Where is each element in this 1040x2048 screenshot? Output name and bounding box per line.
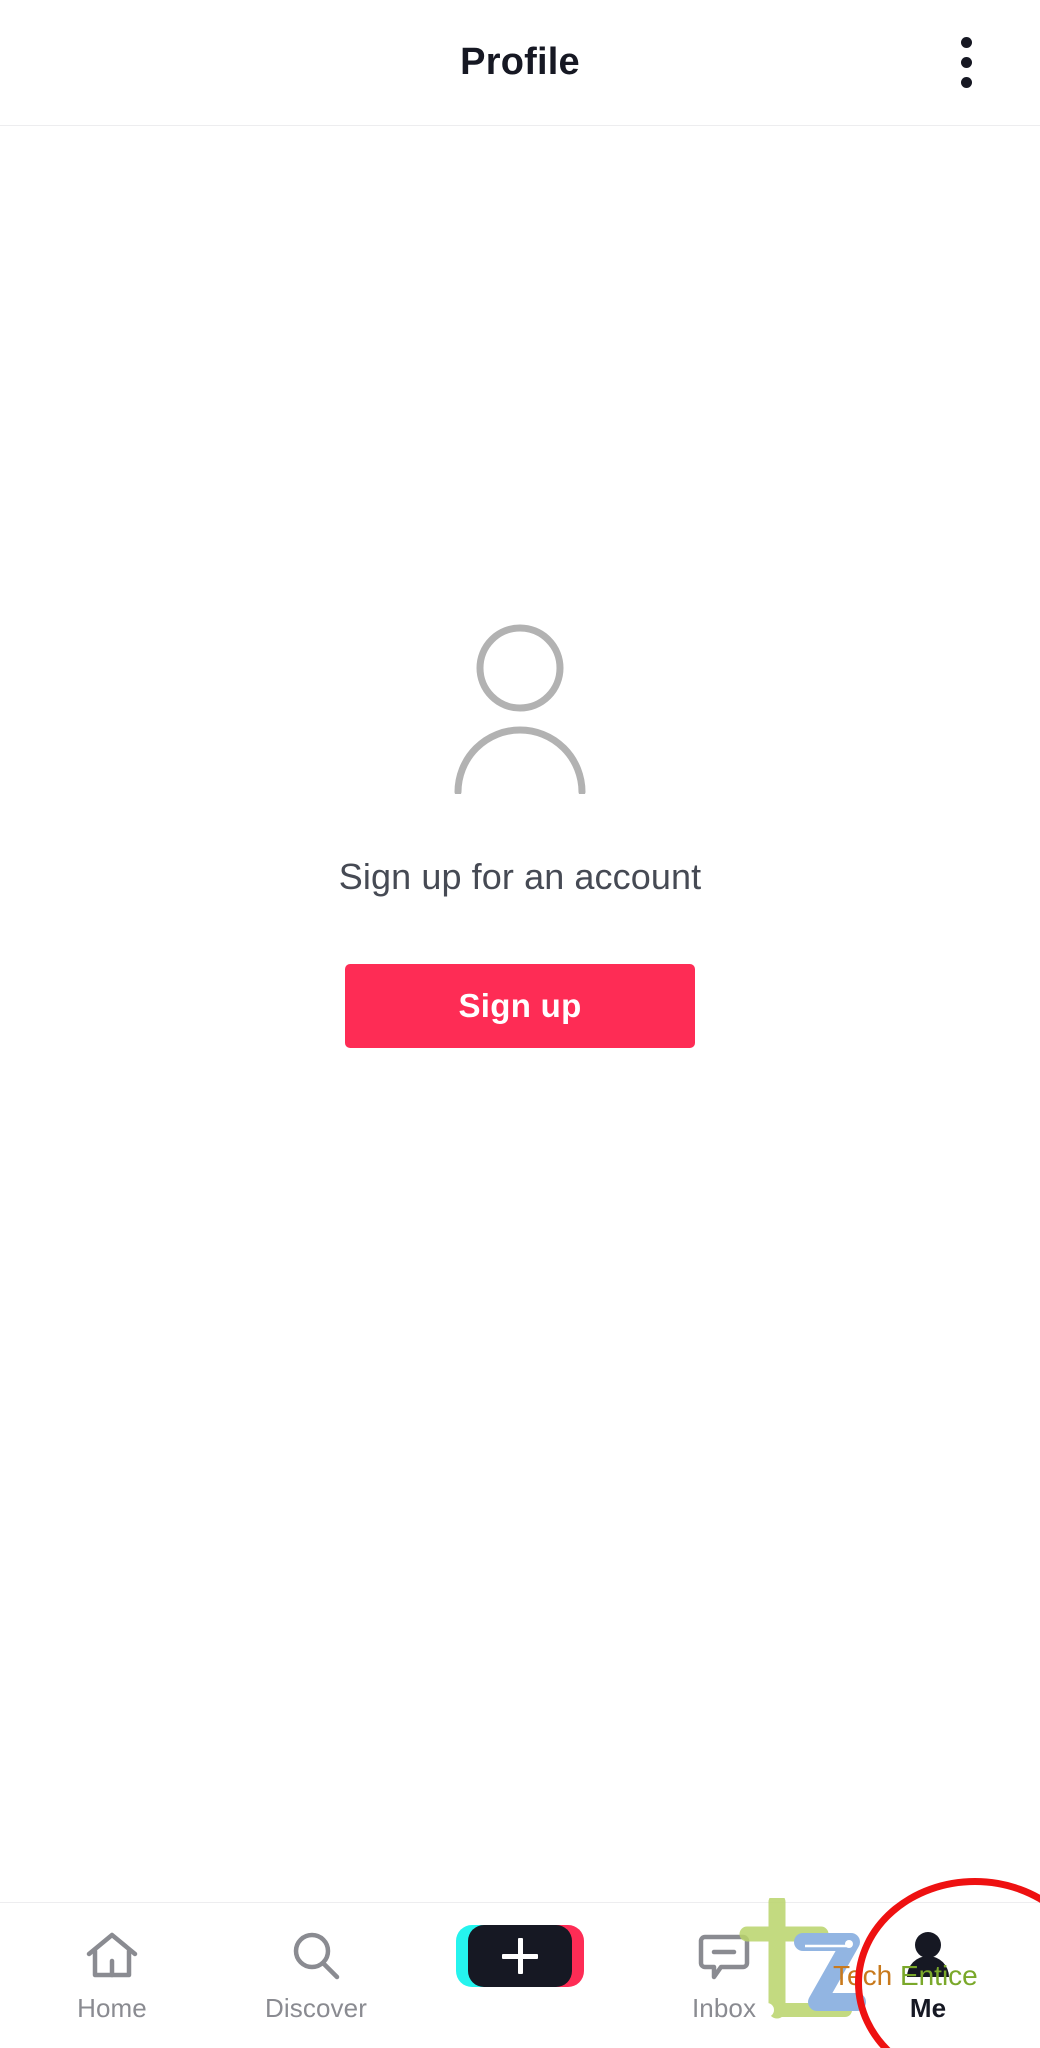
nav-item-home[interactable]: Home [10,1903,214,2048]
create-core-layer [468,1925,572,1987]
create-button-shape [456,1925,584,1987]
search-icon [287,1925,345,1987]
person-filled-icon [899,1925,957,1987]
page-title: Profile [460,41,580,83]
nav-item-me[interactable]: Me [826,1903,1030,2048]
kebab-dot [960,76,972,88]
bottom-navigation-bar: Home Discover Inbox Me [0,1902,1040,2048]
user-placeholder-icon [440,624,600,796]
nav-item-create[interactable] [418,1903,622,2048]
header-bar: Profile [0,0,1040,126]
inbox-message-icon [695,1925,753,1987]
signup-prompt-text: Sign up for an account [338,856,702,897]
kebab-dot [960,56,972,68]
nav-item-discover[interactable]: Discover [214,1903,418,2048]
app-screen: Profile Sign up for an account Sign up H… [0,0,1040,2048]
home-icon [83,1925,141,1987]
plus-vertical [517,1938,523,1974]
profile-content-area: Sign up for an account Sign up [0,126,1040,1902]
signup-empty-state: Sign up for an account Sign up [0,126,1040,1902]
kebab-menu-icon[interactable] [934,22,998,102]
signup-button[interactable]: Sign up [345,964,695,1048]
nav-item-inbox[interactable]: Inbox [622,1903,826,2048]
nav-label-discover: Discover [265,1993,367,2023]
nav-label-home: Home [77,1993,147,2023]
kebab-dot [960,36,972,48]
nav-label-inbox: Inbox [691,1993,757,2023]
nav-label-me: Me [909,1993,947,2023]
create-plus-icon [456,1925,584,1987]
